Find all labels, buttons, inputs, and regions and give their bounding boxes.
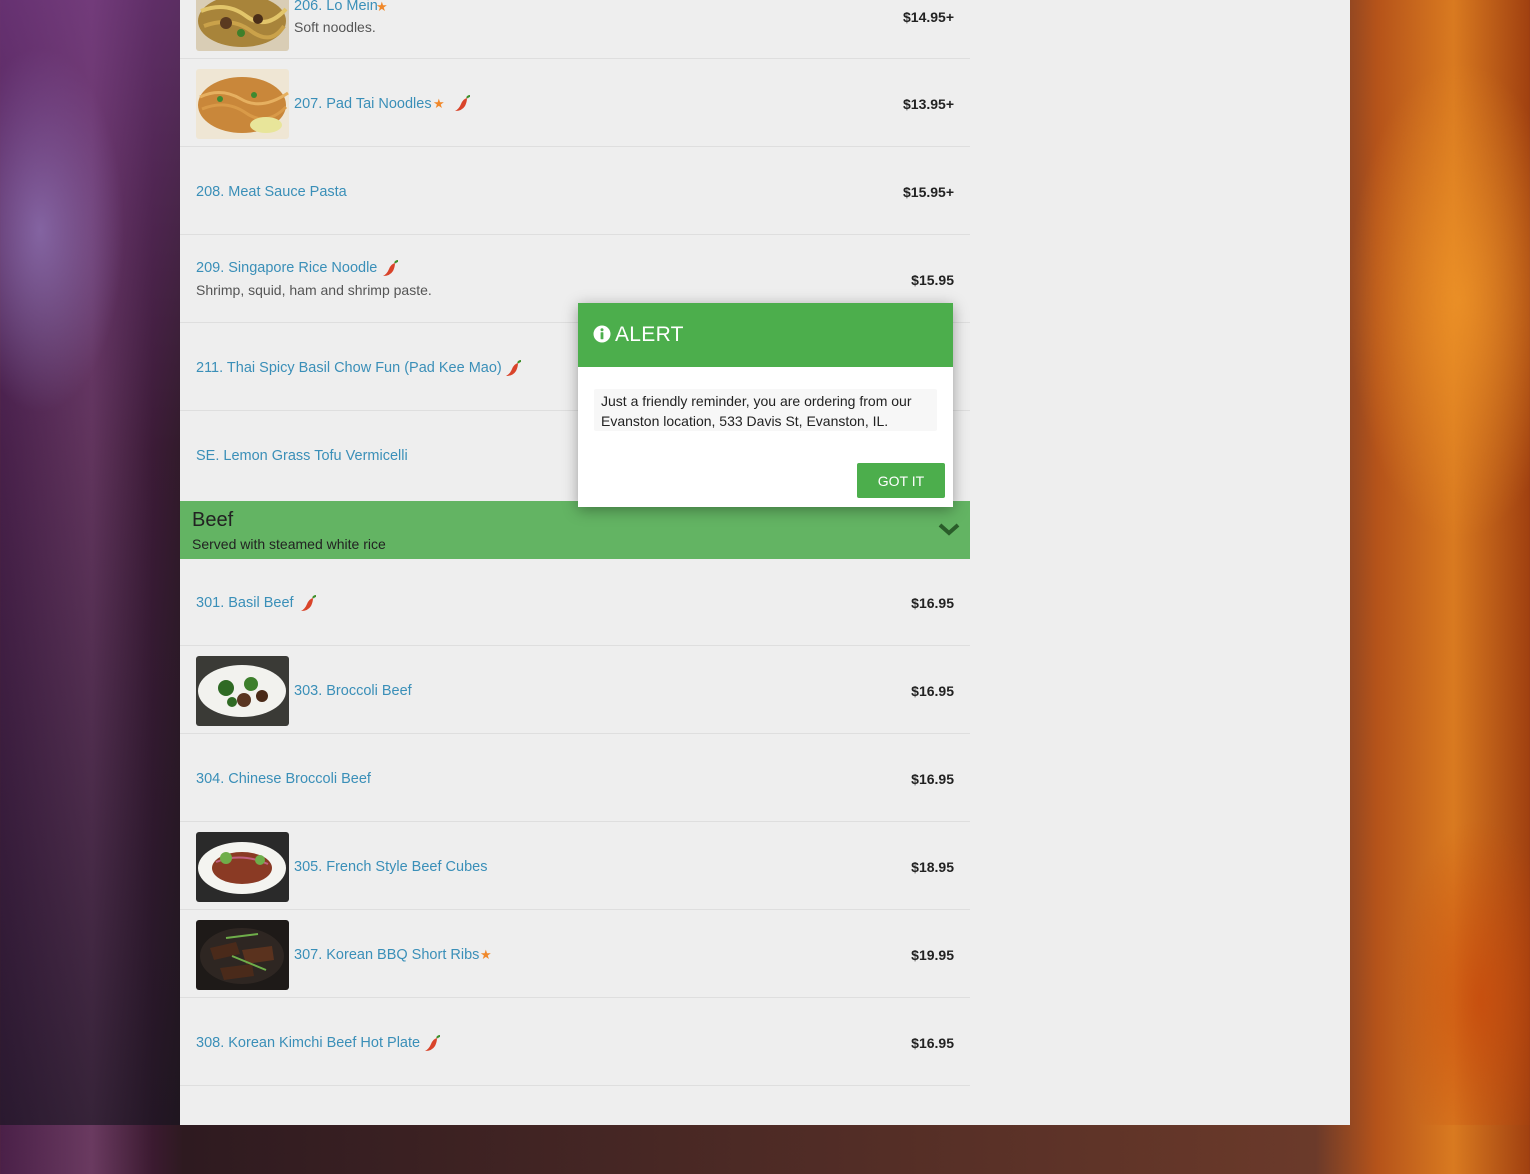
menu-item-price: $18.95 [911, 859, 954, 875]
menu-item-name[interactable]: 209. Singapore Rice Noodle [196, 260, 377, 276]
lo-mein-photo[interactable] [196, 0, 289, 51]
menu-item[interactable]: 206. Lo Mein ★ Soft noodles. $14.95+ [180, 0, 970, 59]
menu-item[interactable] [180, 1087, 970, 1174]
short-ribs-photo[interactable] [196, 920, 289, 990]
menu-item-name[interactable]: 303. Broccoli Beef [294, 683, 412, 699]
menu-item[interactable]: 207. Pad Tai Noodles ★ $13.95+ [180, 60, 970, 147]
alert-message: Just a friendly reminder, you are orderi… [601, 393, 912, 429]
category-header-beef[interactable]: Beef Served with steamed white rice [180, 501, 970, 559]
menu-item-name[interactable]: 308. Korean Kimchi Beef Hot Plate [196, 1035, 420, 1051]
chili-pepper-icon [453, 95, 471, 115]
menu-item-name[interactable]: 206. Lo Mein [294, 0, 378, 14]
chili-pepper-icon [504, 360, 522, 380]
chili-pepper-icon [381, 260, 399, 280]
alert-header: ALERT [578, 303, 953, 367]
menu-item-price: $16.95 [911, 595, 954, 611]
menu-item[interactable]: 307. Korean BBQ Short Ribs ★ $19.95 [180, 911, 970, 998]
menu-item-price: $16.95 [911, 1035, 954, 1051]
menu-item-name[interactable]: SE. Lemon Grass Tofu Vermicelli [196, 448, 408, 464]
background-left [0, 0, 180, 1125]
menu-item[interactable]: 308. Korean Kimchi Beef Hot Plate $16.95 [180, 999, 970, 1086]
menu-item-name[interactable]: 211. Thai Spicy Basil Chow Fun (Pad Kee … [196, 360, 502, 376]
pad-tai-photo[interactable] [196, 69, 289, 139]
menu-page: 206. Lo Mein ★ Soft noodles. $14.95+ 207… [180, 0, 1350, 1125]
menu-item[interactable]: 303. Broccoli Beef $16.95 [180, 647, 970, 734]
menu-item-name[interactable]: 305. French Style Beef Cubes [294, 859, 487, 875]
menu-item[interactable]: 304. Chinese Broccoli Beef $16.95 [180, 735, 970, 822]
category-subtitle: Served with steamed white rice [192, 536, 386, 552]
menu-item[interactable]: 305. French Style Beef Cubes $18.95 [180, 823, 970, 910]
star-icon: ★ [376, 0, 388, 14]
menu-item-name[interactable]: 207. Pad Tai Noodles [294, 96, 432, 112]
menu-item[interactable]: 301. Basil Beef $16.95 [180, 559, 970, 646]
alert-title: ALERT [615, 323, 684, 346]
menu-item-price: $16.95 [911, 771, 954, 787]
menu-item-price: $15.95 [911, 272, 954, 288]
menu-item-name[interactable]: 301. Basil Beef [196, 595, 294, 611]
menu-item-desc: Shrimp, squid, ham and shrimp paste. [196, 282, 432, 298]
got-it-button[interactable]: Got it [857, 463, 945, 498]
star-icon: ★ [480, 947, 492, 962]
info-circle-icon [593, 325, 611, 343]
chili-pepper-icon [299, 595, 317, 615]
menu-item-price: $16.95 [911, 683, 954, 699]
menu-item-price: $13.95+ [903, 96, 954, 112]
menu-item-price: $14.95+ [903, 9, 954, 25]
menu-item-price: $15.95+ [903, 184, 954, 200]
menu-item-price: $19.95 [911, 947, 954, 963]
menu-item-name[interactable]: 307. Korean BBQ Short Ribs [294, 947, 479, 963]
menu-item-name[interactable]: 208. Meat Sauce Pasta [196, 184, 347, 200]
chevron-down-icon[interactable] [938, 521, 960, 537]
chili-pepper-icon [423, 1035, 441, 1055]
alert-body: Just a friendly reminder, you are orderi… [594, 389, 937, 431]
category-title: Beef [192, 509, 234, 531]
beef-cubes-photo[interactable] [196, 832, 289, 902]
alert-dialog: ALERT Just a friendly reminder, you are … [578, 303, 953, 507]
star-icon: ★ [433, 96, 445, 111]
menu-item-name[interactable]: 304. Chinese Broccoli Beef [196, 771, 371, 787]
menu-item[interactable]: 208. Meat Sauce Pasta $15.95+ [180, 148, 970, 235]
broccoli-beef-photo[interactable] [196, 656, 289, 726]
menu-item-desc: Soft noodles. [294, 19, 376, 35]
